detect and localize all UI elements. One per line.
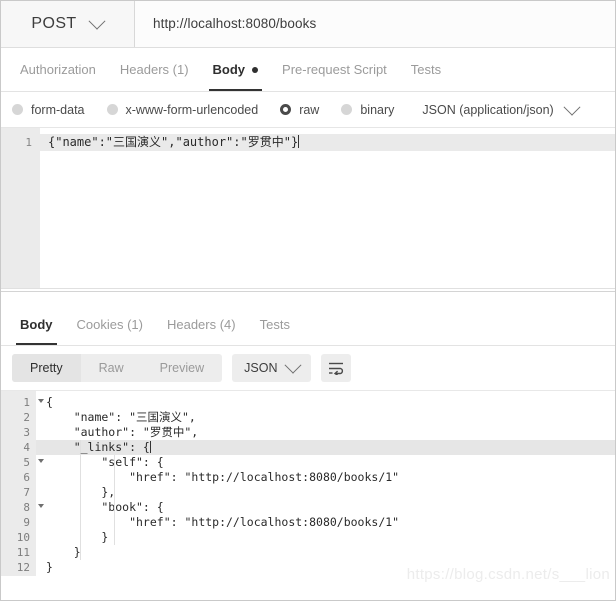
indent-guide bbox=[114, 455, 115, 545]
tab-body[interactable]: Body bbox=[201, 48, 271, 91]
response-editor-gutter: 1 2 3 4 5 6 7 8 9 10 11 12 bbox=[0, 391, 44, 576]
response-tab-cookies-label: Cookies (1) bbox=[76, 317, 143, 332]
radio-binary-label: binary bbox=[360, 102, 395, 117]
response-tab-body-label: Body bbox=[20, 317, 53, 332]
response-code-line: "href": "http://localhost:8080/books/1" bbox=[46, 515, 400, 529]
radio-form-data-label: form-data bbox=[31, 102, 85, 117]
response-body-editor[interactable]: 1 2 3 4 5 6 7 8 9 10 11 12 { "name": "三国… bbox=[0, 390, 616, 576]
response-line-number: 12 bbox=[16, 561, 30, 574]
radio-x-www-form-urlencoded-label: x-www-form-urlencoded bbox=[125, 102, 259, 117]
response-line-number: 3 bbox=[23, 426, 30, 439]
view-mode-pretty-label: Pretty bbox=[30, 361, 63, 375]
postman-window: POST http://localhost:8080/books Authori… bbox=[0, 0, 616, 601]
body-modified-dot-icon bbox=[252, 66, 259, 73]
request-code-area[interactable]: {"name":"三国演义","author":"罗贯中"} bbox=[40, 128, 616, 288]
radio-raw-icon bbox=[280, 104, 292, 115]
response-tab-bar: Body Cookies (1) Headers (4) Tests bbox=[0, 304, 616, 346]
view-mode-raw-label: Raw bbox=[98, 361, 124, 375]
tab-pre-request-script-label: Pre-request Script bbox=[282, 62, 387, 77]
text-caret bbox=[149, 441, 151, 453]
http-method-label: POST bbox=[31, 14, 77, 32]
response-code-line: } bbox=[46, 545, 81, 559]
tab-pre-request-script[interactable]: Pre-request Script bbox=[270, 48, 399, 91]
response-tab-tests[interactable]: Tests bbox=[248, 304, 302, 345]
content-type-selector[interactable]: JSON (application/json) bbox=[422, 98, 581, 117]
request-code-line-text: {"name":"三国演义","author":"罗贯中"} bbox=[48, 135, 299, 149]
tab-tests-label: Tests bbox=[410, 62, 442, 77]
content-type-label: JSON (application/json) bbox=[422, 102, 554, 117]
request-body-editor[interactable]: 1 {"name":"三国演义","author":"罗贯中"} bbox=[0, 128, 616, 288]
radio-raw-label: raw bbox=[299, 102, 320, 117]
response-code-line: "author": "罗贯中", bbox=[46, 425, 199, 439]
watermark: https://blog.csdn.net/s___lion bbox=[406, 566, 610, 583]
response-line-number: 4 bbox=[0, 440, 44, 455]
tab-tests[interactable]: Tests bbox=[399, 48, 453, 91]
view-mode-preview-label: Preview bbox=[159, 361, 205, 375]
text-caret bbox=[298, 135, 300, 148]
radio-form-data[interactable]: form-data bbox=[12, 103, 85, 117]
request-code-line: {"name":"三国演义","author":"罗贯中"} bbox=[40, 134, 616, 151]
radio-x-www-form-urlencoded-icon bbox=[106, 104, 118, 115]
tab-headers-label: Headers (1) bbox=[119, 62, 189, 77]
response-code-line: } bbox=[46, 530, 109, 544]
word-wrap-icon[interactable] bbox=[321, 354, 352, 382]
response-line-number: 8 bbox=[0, 500, 44, 515]
response-tab-tests-label: Tests bbox=[259, 317, 290, 332]
radio-form-data-icon bbox=[12, 104, 23, 115]
view-mode-preview[interactable]: Preview bbox=[142, 354, 222, 382]
panel-gap bbox=[0, 292, 616, 304]
response-tab-cookies[interactable]: Cookies (1) bbox=[65, 304, 155, 345]
response-code-line: "book": { bbox=[46, 500, 164, 514]
response-line-number: 10 bbox=[16, 531, 30, 544]
request-editor-gutter: 1 bbox=[0, 128, 40, 288]
response-code-area[interactable]: { "name": "三国演义", "author": "罗贯中", "_lin… bbox=[36, 391, 616, 576]
tab-body-label: Body bbox=[212, 62, 246, 77]
response-line-number: 11 bbox=[16, 546, 30, 559]
request-url-input[interactable]: http://localhost:8080/books bbox=[135, 0, 616, 47]
request-line-number: 1 bbox=[25, 136, 32, 149]
word-wrap-glyph bbox=[328, 362, 344, 375]
response-code-line: "_links": { bbox=[36, 440, 616, 455]
radio-raw[interactable]: raw bbox=[280, 103, 319, 117]
response-line-number: 9 bbox=[23, 516, 30, 529]
response-line-number: 6 bbox=[23, 471, 30, 484]
body-type-row: form-data x-www-form-urlencoded raw bina… bbox=[0, 92, 616, 128]
response-view-mode-group: Pretty Raw Preview bbox=[12, 354, 223, 382]
response-format-label: JSON bbox=[244, 361, 278, 375]
response-toolbar: Pretty Raw Preview JSON bbox=[0, 346, 616, 390]
response-tab-headers[interactable]: Headers (4) bbox=[155, 304, 248, 345]
response-format-selector[interactable]: JSON bbox=[232, 354, 312, 382]
response-line-number: 5 bbox=[0, 455, 44, 470]
radio-x-www-form-urlencoded[interactable]: x-www-form-urlencoded bbox=[106, 102, 259, 117]
response-line-number: 1 bbox=[0, 395, 44, 410]
chevron-down-icon bbox=[88, 12, 106, 30]
view-mode-raw[interactable]: Raw bbox=[81, 354, 142, 382]
indent-guide bbox=[80, 440, 81, 560]
response-tab-headers-label: Headers (4) bbox=[166, 317, 236, 332]
request-tab-bar: Authorization Headers (1) Body Pre-reque… bbox=[0, 48, 616, 92]
request-url-bar: POST http://localhost:8080/books bbox=[0, 0, 616, 48]
response-code-line: }, bbox=[101, 485, 116, 499]
response-line-number: 7 bbox=[23, 486, 30, 499]
tab-authorization[interactable]: Authorization bbox=[8, 48, 108, 91]
radio-binary-icon bbox=[341, 104, 353, 115]
tab-authorization-label: Authorization bbox=[20, 62, 96, 77]
chevron-down-icon bbox=[284, 356, 302, 374]
chevron-down-icon bbox=[563, 98, 581, 116]
tab-headers[interactable]: Headers (1) bbox=[108, 48, 201, 91]
radio-binary[interactable]: binary bbox=[341, 103, 394, 117]
response-code-line: "self": { bbox=[46, 455, 164, 469]
response-code-line-text: "_links": { bbox=[46, 440, 150, 454]
view-mode-pretty[interactable]: Pretty bbox=[12, 354, 81, 382]
response-code-line: "href": "http://localhost:8080/books/1" bbox=[46, 470, 400, 484]
response-line-number: 2 bbox=[23, 411, 30, 424]
response-tab-body[interactable]: Body bbox=[8, 304, 65, 345]
response-code-line: { bbox=[46, 395, 53, 409]
http-method-selector[interactable]: POST bbox=[0, 0, 135, 47]
response-code-line: "name": "三国演义", bbox=[46, 410, 196, 424]
